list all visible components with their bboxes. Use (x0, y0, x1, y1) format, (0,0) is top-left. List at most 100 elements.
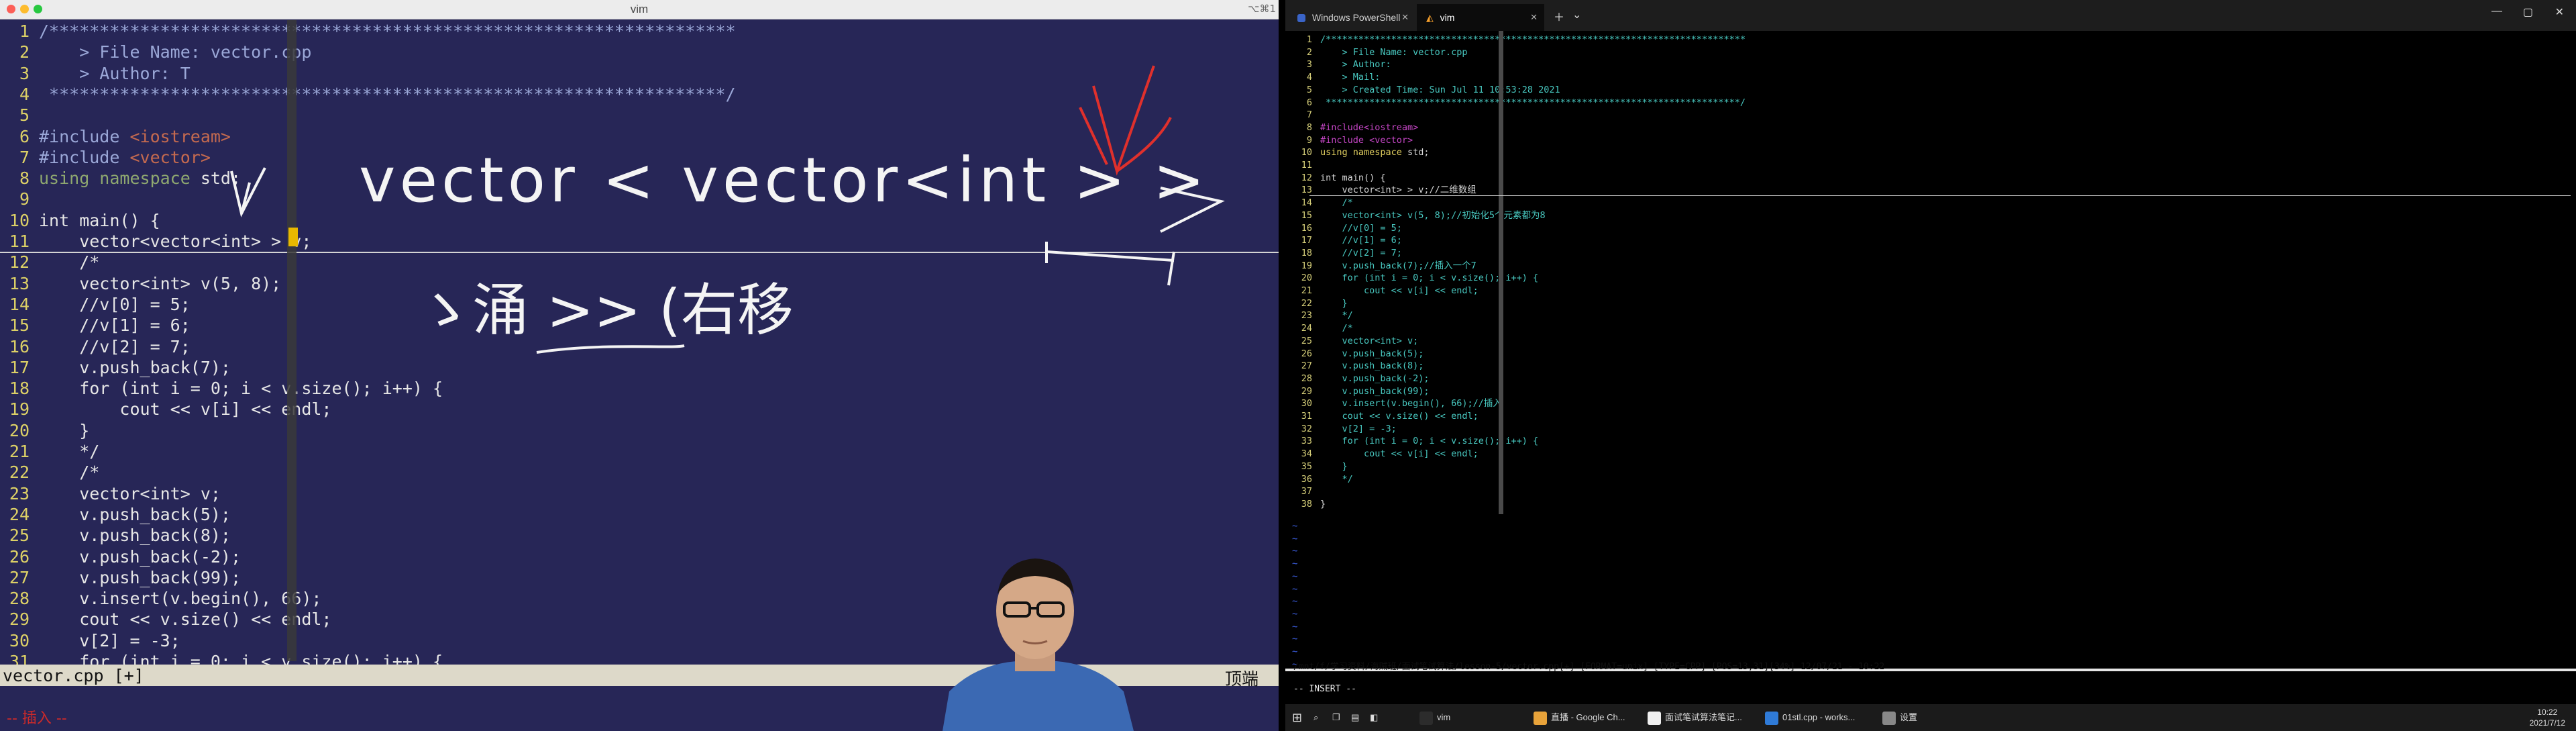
tilde-marker: ~ (1292, 521, 1298, 532)
tilde-marker: ~ (1292, 571, 1298, 582)
linux-icon: ◭ (1426, 12, 1434, 23)
windows-start-icon[interactable]: ⊞ (1292, 710, 1302, 726)
close-tab-icon[interactable]: ✕ (1401, 4, 1409, 31)
line-number: 23 (1301, 310, 1312, 322)
app-icon[interactable]: ◧ (1370, 710, 1378, 726)
code-line[interactable]: 11 (1285, 159, 2576, 172)
line-number: 19 (1301, 260, 1312, 271)
line-number: 25 (1301, 335, 1312, 346)
code-line[interactable]: 36 */ (1285, 473, 2576, 486)
code-line[interactable]: 2 > File Name: vector.cpp (1285, 46, 2576, 59)
code-line[interactable]: 31 cout << v.size() << endl; (1285, 410, 2576, 423)
taskbar-app-label: 面试笔试算法笔记... (1665, 712, 1742, 722)
code-line[interactable]: 15 vector<int> v(5, 8);//初始化5个元素都为8 (1285, 209, 2576, 222)
tab-vim[interactable]: ◭ vim ✕ (1417, 4, 1544, 31)
status-position: 顶端 (1224, 669, 1258, 689)
code-line[interactable]: 12 int main() { (1285, 172, 2576, 185)
taskbar-app-button[interactable]: vim (1419, 710, 1450, 726)
taskbar-app-button[interactable]: 直播 - Google Ch... (1534, 710, 1625, 726)
clock-time: 10:22 (2537, 708, 2558, 717)
line-number: 37 (1301, 486, 1312, 497)
code-line[interactable]: 24 /* (1285, 322, 2576, 335)
code-line[interactable]: 4 > Mail: (1285, 71, 2576, 84)
windows-taskbar: ⊞ ⌕ ❐ ▤ ◧ vim 直播 - Google Ch... 面试笔试算法笔记..… (1285, 704, 2576, 731)
code-line[interactable]: 6 **************************************… (1285, 97, 2576, 109)
code-line[interactable]: 32 v[2] = -3; (1285, 423, 2576, 436)
code-line[interactable]: 1 /**************************************… (1285, 34, 2576, 46)
code-line[interactable]: 25 vector<int> v; (1285, 335, 2576, 348)
line-number: 16 (1301, 222, 1312, 234)
taskbar-app-label: 设置 (1900, 712, 1918, 722)
code-line[interactable]: 38} (1285, 498, 2576, 511)
line-number: 21 (1301, 285, 1312, 296)
code-line[interactable]: 7 (1285, 109, 2576, 121)
line-code: cout << v.size() << endl; (1320, 411, 1479, 422)
new-tab-icon[interactable]: ＋ (1554, 8, 1564, 24)
task-view-icon[interactable]: ❐ (1332, 710, 1340, 726)
tab-label: Windows PowerShell (1311, 12, 1401, 23)
code-line[interactable]: 29 v.push_back(99); (1285, 385, 2576, 398)
tab-powershell[interactable]: Windows PowerShell ✕ (1288, 4, 1415, 31)
code-line[interactable]: 8 #include<iostream> (1285, 121, 2576, 134)
code-line[interactable]: 23 */ (1285, 309, 2576, 322)
line-code: v.insert(v.begin(), 66);//插入 (1320, 398, 1502, 409)
line-code: int main() { (1320, 172, 1386, 183)
maximize-icon[interactable]: ▢ (2523, 5, 2533, 19)
tab-label: vim (1440, 12, 1455, 23)
close-icon[interactable]: ✕ (2555, 5, 2564, 19)
code-line[interactable]: 18 //v[2] = 7; (1285, 247, 2576, 260)
line-number: 10 (1301, 147, 1312, 158)
line-code: v.push_back(7);//插入一个7 (1320, 260, 1477, 271)
code-line[interactable]: 28 v.push_back(-2); (1285, 373, 2576, 385)
line-number: 20 (1301, 273, 1312, 284)
taskbar-app-button[interactable]: 面试笔试算法笔记... (1648, 710, 1742, 726)
code-line[interactable]: 14 /* (1285, 197, 2576, 209)
right-terminal-window: Windows PowerShell ✕ ◭ vim ✕ ＋ ⌄ — ▢ ✕ 1… (1285, 0, 2576, 731)
code-line[interactable]: 33 for (int i = 0; i < v.size(); i++) { (1285, 435, 2576, 448)
code-line[interactable]: 34 cout << v[i] << endl; (1285, 448, 2576, 460)
tilde-marker: ~ (1292, 621, 1298, 632)
taskbar-app-button[interactable]: 01stl.cpp - works... (1765, 710, 1855, 726)
system-clock[interactable]: 10:22 2021/7/12 (2530, 707, 2565, 728)
file-explorer-icon[interactable]: ▤ (1351, 710, 1359, 726)
code-line[interactable]: 3 > Author: (1285, 58, 2576, 71)
line-number: 2 (1306, 46, 1312, 58)
app-icon (1882, 711, 1896, 725)
code-line[interactable]: 30 v.insert(v.begin(), 66);//插入 (1285, 397, 2576, 410)
code-line[interactable]: 19 v.push_back(7);//插入一个7 (1285, 260, 2576, 273)
tilde-marker: ~ (1292, 646, 1298, 657)
code-line[interactable]: 27 v.push_back(8); (1285, 360, 2576, 373)
line-number: 32 (1301, 423, 1312, 434)
code-line[interactable]: 10 using namespace std; (1285, 146, 2576, 159)
code-line[interactable]: 22 } (1285, 297, 2576, 310)
code-line[interactable]: 35 } (1285, 460, 2576, 473)
clock-date: 2021/7/12 (2529, 718, 2565, 728)
tilde-marker: ~ (1292, 558, 1298, 570)
tilde-marker: ~ (1292, 546, 1298, 557)
code-line[interactable]: 5 > Created Time: Sun Jul 11 10:53:28 20… (1285, 84, 2576, 97)
code-line[interactable]: 16 //v[0] = 5; (1285, 222, 2576, 235)
line-number: 11 (1301, 160, 1312, 170)
line-code: } (1320, 460, 1348, 472)
code-line[interactable]: 9 #include <vector> (1285, 134, 2576, 147)
cursor-line (1309, 195, 2571, 196)
code-line[interactable]: 21 cout << v[i] << endl; (1285, 285, 2576, 297)
line-code: > Author: (1320, 59, 1391, 70)
line-code: //v[0] = 5; (1320, 222, 1402, 234)
chevron-down-icon[interactable]: ⌄ (1572, 8, 1581, 21)
code-line[interactable]: 17 //v[1] = 6; (1285, 234, 2576, 247)
code-line[interactable]: 37 (1285, 485, 2576, 498)
close-tab-icon[interactable]: ✕ (1530, 4, 1538, 31)
code-line[interactable]: 26 v.push_back(5); (1285, 348, 2576, 360)
taskbar-app-button[interactable]: 设置 (1882, 710, 1917, 726)
search-icon[interactable]: ⌕ (1313, 710, 1318, 726)
tilde-marker: ~ (1292, 596, 1298, 607)
line-number: 33 (1301, 436, 1312, 447)
line-code: using namespace std; (1320, 147, 1430, 158)
line-code: /***************************************… (1320, 34, 1746, 45)
minimize-icon[interactable]: — (2491, 5, 2502, 17)
line-number: 30 (1301, 398, 1312, 409)
tilde-marker: ~ (1292, 608, 1298, 620)
powershell-icon (1297, 14, 1305, 23)
code-line[interactable]: 20 for (int i = 0; i < v.size(); i++) { (1285, 272, 2576, 285)
